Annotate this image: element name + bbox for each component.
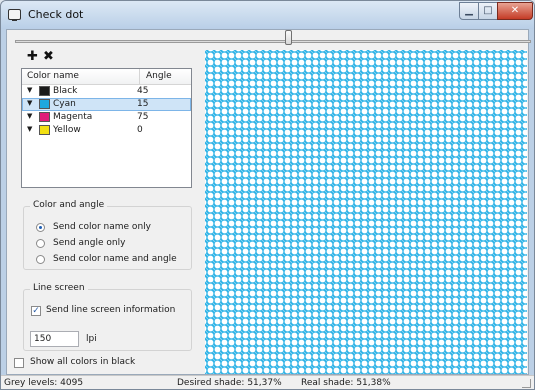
color-row-magenta[interactable]: ▼ Magenta 75: [22, 111, 191, 124]
radio-send-color-name-label[interactable]: Send color name only: [53, 222, 151, 232]
lpi-input[interactable]: 150: [30, 331, 79, 347]
header-angle[interactable]: Angle: [146, 71, 172, 81]
halftone-preview-overlay: [205, 50, 527, 374]
lpi-unit-label: lpi: [86, 334, 97, 344]
color-swatch: [39, 99, 50, 109]
expand-arrow-icon[interactable]: ▼: [27, 99, 32, 107]
expand-arrow-icon[interactable]: ▼: [27, 112, 32, 120]
line-screen-legend: Line screen: [30, 283, 88, 293]
shade-slider[interactable]: [15, 40, 531, 43]
color-row-cyan[interactable]: ▼ Cyan 15: [22, 98, 191, 111]
color-row-yellow[interactable]: ▼ Yellow 0: [22, 124, 191, 137]
title-bar[interactable]: Check dot ▁ □ ✕: [1, 1, 534, 29]
color-angle[interactable]: 0: [137, 125, 143, 135]
color-angle[interactable]: 15: [137, 99, 148, 109]
color-name: Cyan: [53, 99, 76, 109]
color-swatch: [39, 86, 50, 96]
resize-grip[interactable]: [522, 379, 531, 388]
color-swatch: [39, 125, 50, 135]
radio-send-color-name[interactable]: [36, 223, 45, 232]
color-angle[interactable]: 45: [137, 86, 148, 96]
expand-arrow-icon[interactable]: ▼: [27, 86, 32, 94]
radio-send-angle[interactable]: [36, 239, 45, 248]
check-dot-window: Check dot ▁ □ ✕ ✚ ✖ Color name Angle ▼ Bl…: [0, 0, 535, 390]
color-swatch: [39, 112, 50, 122]
show-all-black-checkbox[interactable]: [14, 358, 24, 368]
color-name: Yellow: [53, 125, 81, 135]
color-row-black[interactable]: ▼ Black 45: [22, 85, 191, 98]
status-bar: Grey levels: 4095 Desired shade: 51,37% …: [1, 375, 534, 389]
maximize-button[interactable]: □: [478, 2, 498, 20]
color-name: Black: [53, 86, 78, 96]
close-button[interactable]: ✕: [497, 2, 533, 20]
color-angle[interactable]: 75: [137, 112, 148, 122]
line-screen-group: Line screen ✓ Send line screen informati…: [23, 283, 192, 351]
status-real-shade: Real shade: 51,38%: [301, 378, 391, 388]
status-grey-levels: Grey levels: 4095: [4, 378, 84, 388]
add-color-icon[interactable]: ✚: [26, 50, 39, 63]
client-area: ✚ ✖ Color name Angle ▼ Black 45 ▼ Cyan 15 ▼ Mag…: [6, 29, 531, 375]
color-name: Magenta: [53, 112, 93, 122]
color-list-header: Color name Angle: [22, 69, 191, 85]
expand-arrow-icon[interactable]: ▼: [27, 125, 32, 133]
window-title: Check dot: [28, 8, 84, 21]
status-desired-shade: Desired shade: 51,37%: [177, 378, 282, 388]
send-line-screen-label[interactable]: Send line screen information: [46, 305, 175, 315]
header-color-name[interactable]: Color name: [27, 71, 79, 81]
radio-send-both[interactable]: [36, 255, 45, 264]
remove-color-icon[interactable]: ✖: [42, 50, 55, 63]
color-angle-group: Color and angle Send color name only Sen…: [23, 200, 192, 270]
header-separator: [139, 69, 140, 84]
radio-send-both-label[interactable]: Send color name and angle: [53, 254, 177, 264]
app-icon: [8, 9, 21, 21]
halftone-preview: [205, 50, 527, 374]
show-all-black-label[interactable]: Show all colors in black: [30, 357, 135, 367]
color-angle-legend: Color and angle: [30, 200, 108, 210]
radio-send-angle-label[interactable]: Send angle only: [53, 238, 125, 248]
color-list[interactable]: Color name Angle ▼ Black 45 ▼ Cyan 15 ▼ Magenta…: [21, 68, 192, 188]
shade-slider-thumb[interactable]: [285, 30, 292, 45]
minimize-button[interactable]: ▁: [459, 2, 479, 20]
send-line-screen-checkbox[interactable]: ✓: [31, 306, 41, 316]
